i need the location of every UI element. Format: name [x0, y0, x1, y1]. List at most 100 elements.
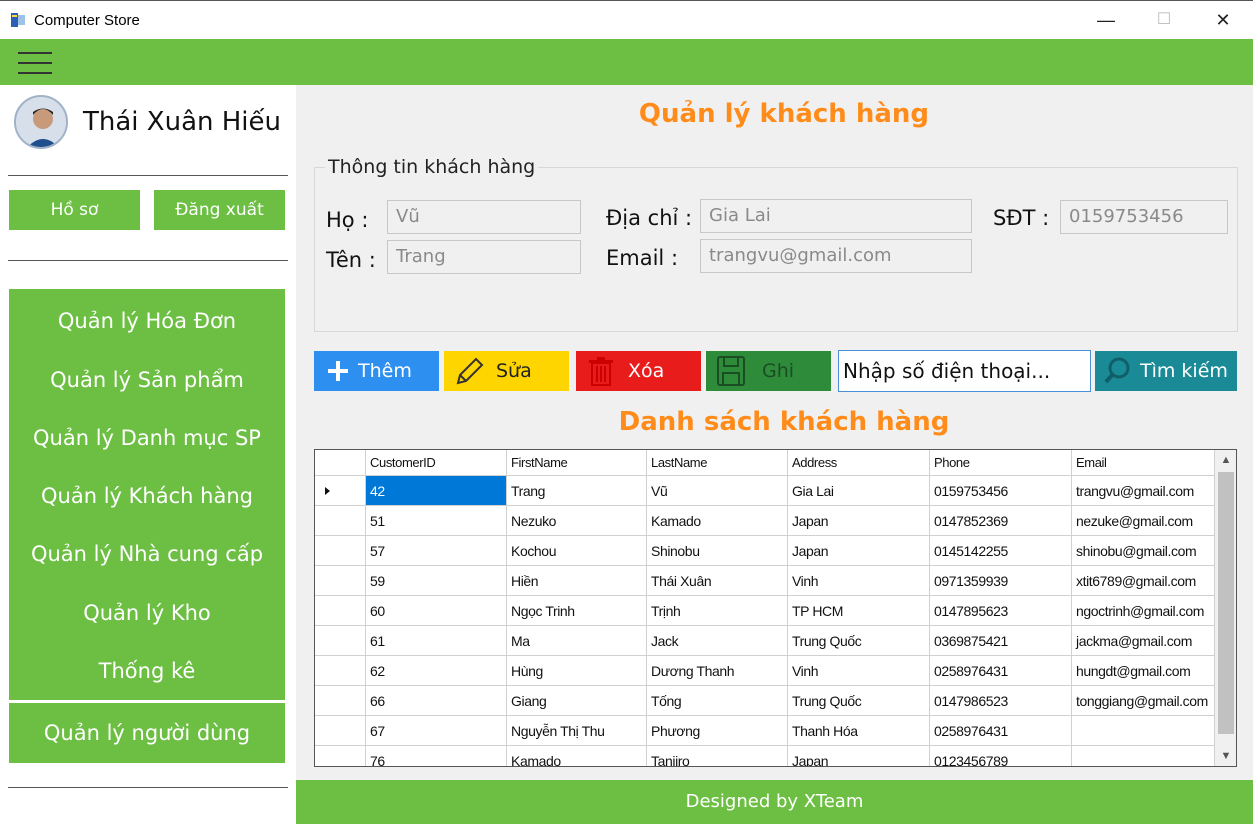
row-header[interactable]	[315, 656, 366, 686]
sidebar-item-customers[interactable]: Quản lý Khách hàng	[9, 467, 285, 525]
column-header[interactable]: CustomerID	[366, 450, 507, 476]
table-cell[interactable]: Dương Thanh	[647, 656, 788, 686]
column-header[interactable]: Address	[788, 450, 930, 476]
table-cell[interactable]: 0369875421	[930, 626, 1072, 656]
table-cell[interactable]: 0971359939	[930, 566, 1072, 596]
table-row[interactable]: 51 Nezuko Kamado Japan 0147852369 nezuke@gmai…	[315, 506, 1215, 536]
phone-field[interactable]: 0159753456	[1060, 200, 1228, 234]
edit-button[interactable]: Sửa	[444, 351, 569, 391]
table-cell[interactable]: tonggiang@gmail.com	[1072, 686, 1215, 716]
table-cell[interactable]	[1072, 746, 1215, 766]
table-cell[interactable]: Tống	[647, 686, 788, 716]
column-header[interactable]: LastName	[647, 450, 788, 476]
scroll-thumb[interactable]	[1218, 472, 1234, 734]
row-header[interactable]	[315, 536, 366, 566]
table-row[interactable]: 67 Nguyễn Thị Thu Phương Thanh Hóa 025897643…	[315, 716, 1215, 746]
sidebar-item-categories[interactable]: Quản lý Danh mục SP	[9, 409, 285, 467]
row-header[interactable]	[315, 596, 366, 626]
address-field[interactable]: Gia Lai	[700, 199, 972, 233]
table-cell[interactable]: jackma@gmail.com	[1072, 626, 1215, 656]
table-cell[interactable]: 62	[366, 656, 507, 686]
save-button[interactable]: Ghi	[706, 351, 831, 391]
sidebar-item-suppliers[interactable]: Quản lý Nhà cung cấp	[9, 525, 285, 583]
table-cell[interactable]: Ngọc Trinh	[507, 596, 647, 626]
table-cell[interactable]: Vinh	[788, 656, 930, 686]
table-cell[interactable]: Gia Lai	[788, 476, 930, 506]
table-cell[interactable]: 42	[366, 476, 507, 506]
sidebar-item-users[interactable]: Quản lý người dùng	[9, 703, 285, 763]
table-cell[interactable]: 67	[366, 716, 507, 746]
table-row[interactable]: 66 Giang Tống Trung Quốc 0147986523 tonggiang…	[315, 686, 1215, 716]
table-cell[interactable]: ngoctrinh@gmail.com	[1072, 596, 1215, 626]
last-name-field[interactable]: Vũ	[387, 200, 581, 234]
row-header[interactable]	[315, 746, 366, 766]
table-cell[interactable]: Hùng	[507, 656, 647, 686]
table-cell[interactable]: nezuke@gmail.com	[1072, 506, 1215, 536]
table-cell[interactable]: Shinobu	[647, 536, 788, 566]
customer-table[interactable]: CustomerID FirstName LastName Address Ph…	[314, 449, 1237, 767]
search-button[interactable]: Tìm kiếm	[1095, 351, 1237, 391]
sidebar-item-invoices[interactable]: Quản lý Hóa Đơn	[9, 292, 285, 350]
table-cell[interactable]: 0258976431	[930, 656, 1072, 686]
sidebar-item-statistics[interactable]: Thống kê	[9, 642, 285, 700]
table-cell[interactable]: TP HCM	[788, 596, 930, 626]
phone-search-input[interactable]: Nhập số điện thoại...	[838, 350, 1091, 392]
scroll-up-icon[interactable]: ▲	[1215, 450, 1236, 470]
table-cell[interactable]: Trang	[507, 476, 647, 506]
table-cell[interactable]: hungdt@gmail.com	[1072, 656, 1215, 686]
delete-button[interactable]: Xóa	[576, 351, 701, 391]
table-cell[interactable]: 76	[366, 746, 507, 766]
table-cell[interactable]: 66	[366, 686, 507, 716]
table-row[interactable]: 61 Ma Jack Trung Quốc 0369875421 jackma@gmail…	[315, 626, 1215, 656]
first-name-field[interactable]: Trang	[387, 240, 581, 274]
table-row[interactable]: 60 Ngọc Trinh Trịnh TP HCM 0147895623 ngoctri…	[315, 596, 1215, 626]
scroll-down-icon[interactable]: ▼	[1215, 746, 1236, 766]
table-cell[interactable]: xtit6789@gmail.com	[1072, 566, 1215, 596]
close-button[interactable]: ✕	[1194, 1, 1252, 39]
table-cell[interactable]: 0147852369	[930, 506, 1072, 536]
table-cell[interactable]: Nguyễn Thị Thu	[507, 716, 647, 746]
table-cell[interactable]: 0145142255	[930, 536, 1072, 566]
table-cell[interactable]: trangvu@gmail.com	[1072, 476, 1215, 506]
table-cell[interactable]: Trung Quốc	[788, 686, 930, 716]
table-row[interactable]: 62 Hùng Dương Thanh Vinh 0258976431 hungdt@gm…	[315, 656, 1215, 686]
table-cell[interactable]: 0147895623	[930, 596, 1072, 626]
table-cell[interactable]: 57	[366, 536, 507, 566]
table-cell[interactable]: Japan	[788, 506, 930, 536]
table-cell[interactable]: Ma	[507, 626, 647, 656]
logout-button[interactable]: Đăng xuất	[154, 190, 285, 230]
table-cell[interactable]: Trung Quốc	[788, 626, 930, 656]
table-cell[interactable]: Vũ	[647, 476, 788, 506]
table-row[interactable]: 42 Trang Vũ Gia Lai 0159753456 trangvu@gmail.…	[315, 476, 1215, 506]
column-header[interactable]: FirstName	[507, 450, 647, 476]
table-cell[interactable]: Jack	[647, 626, 788, 656]
table-cell[interactable]: 61	[366, 626, 507, 656]
add-button[interactable]: Thêm	[314, 351, 439, 391]
table-cell[interactable]: Kochou	[507, 536, 647, 566]
minimize-button[interactable]: —	[1077, 1, 1135, 39]
column-header[interactable]: Phone	[930, 450, 1072, 476]
vertical-scrollbar[interactable]: ▲ ▼	[1215, 450, 1236, 766]
sidebar-item-products[interactable]: Quản lý Sản phẩm	[9, 351, 285, 409]
menu-icon[interactable]	[18, 52, 52, 74]
table-row[interactable]: 57 Kochou Shinobu Japan 0145142255 shinobu@gm…	[315, 536, 1215, 566]
column-header[interactable]: Email	[1072, 450, 1215, 476]
table-cell[interactable]: Kamado	[647, 506, 788, 536]
table-cell[interactable]: Thái Xuân	[647, 566, 788, 596]
table-cell[interactable]: shinobu@gmail.com	[1072, 536, 1215, 566]
email-field[interactable]: trangvu@gmail.com	[700, 239, 972, 273]
table-cell[interactable]: Nezuko	[507, 506, 647, 536]
table-cell[interactable]: 59	[366, 566, 507, 596]
row-header[interactable]	[315, 626, 366, 656]
table-cell[interactable]: 0159753456	[930, 476, 1072, 506]
row-header[interactable]	[315, 566, 366, 596]
table-cell[interactable]: 60	[366, 596, 507, 626]
table-cell[interactable]: Tanjiro	[647, 746, 788, 766]
table-row[interactable]: 76 Kamado Tanjiro Japan 0123456789	[315, 746, 1215, 766]
table-cell[interactable]: Thanh Hóa	[788, 716, 930, 746]
table-cell[interactable]: 0123456789	[930, 746, 1072, 766]
table-cell[interactable]	[1072, 716, 1215, 746]
sidebar-item-warehouse[interactable]: Quản lý Kho	[9, 584, 285, 642]
table-cell[interactable]: Trịnh	[647, 596, 788, 626]
table-cell[interactable]: Vinh	[788, 566, 930, 596]
